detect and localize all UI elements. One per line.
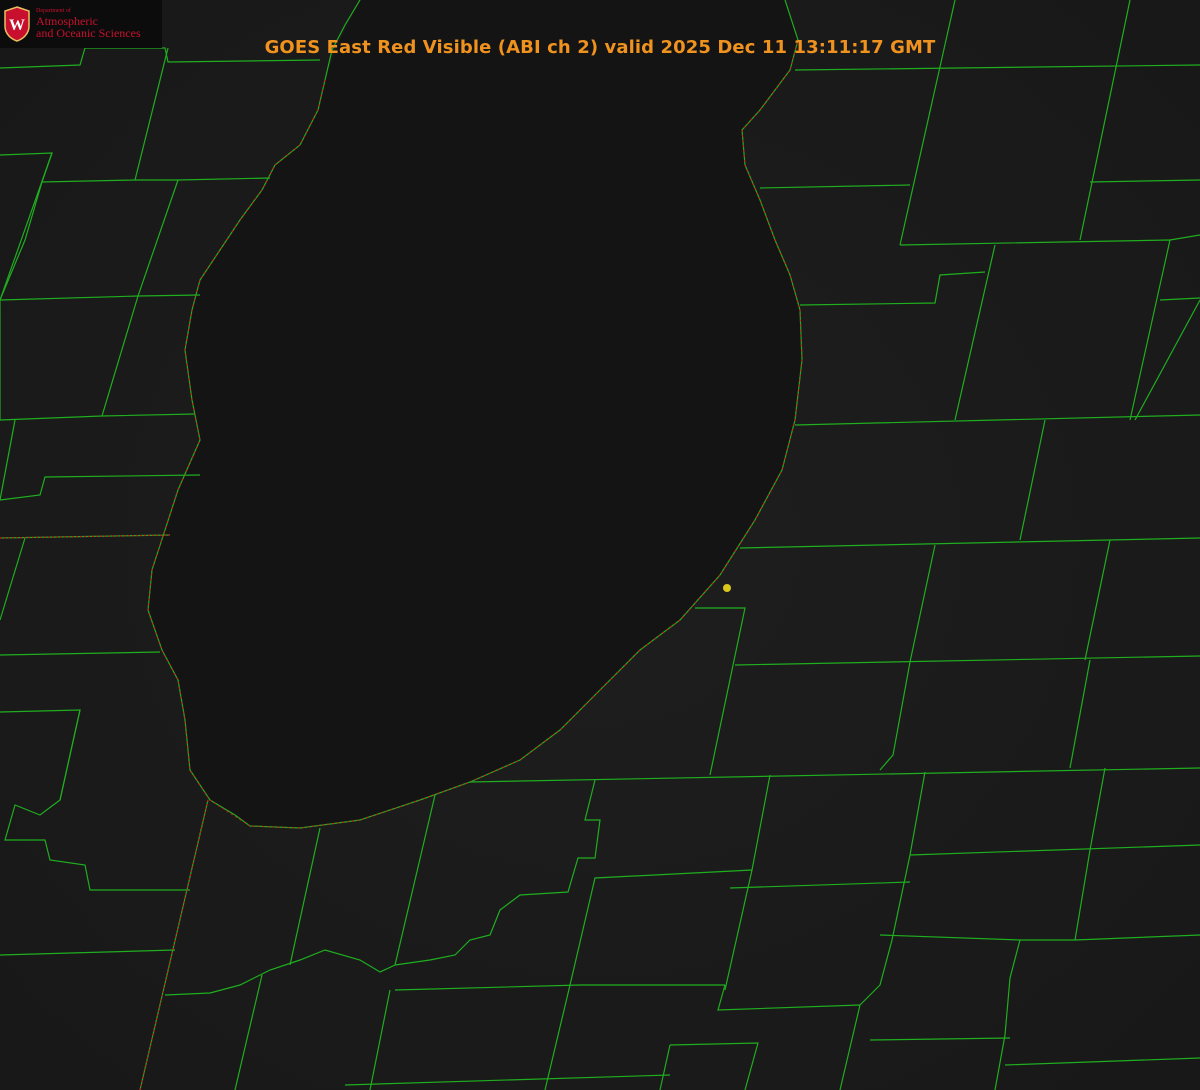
satellite-map: W Department of Atmospheric and Oceanic …	[0, 0, 1200, 1090]
crest-letter: W	[9, 17, 25, 34]
map-canvas	[0, 0, 1200, 1090]
image-title: GOES East Red Visible (ABI ch 2) valid 2…	[264, 37, 936, 58]
station-marker	[723, 584, 731, 592]
logo-text: Department of Atmospheric and Oceanic Sc…	[36, 8, 141, 39]
